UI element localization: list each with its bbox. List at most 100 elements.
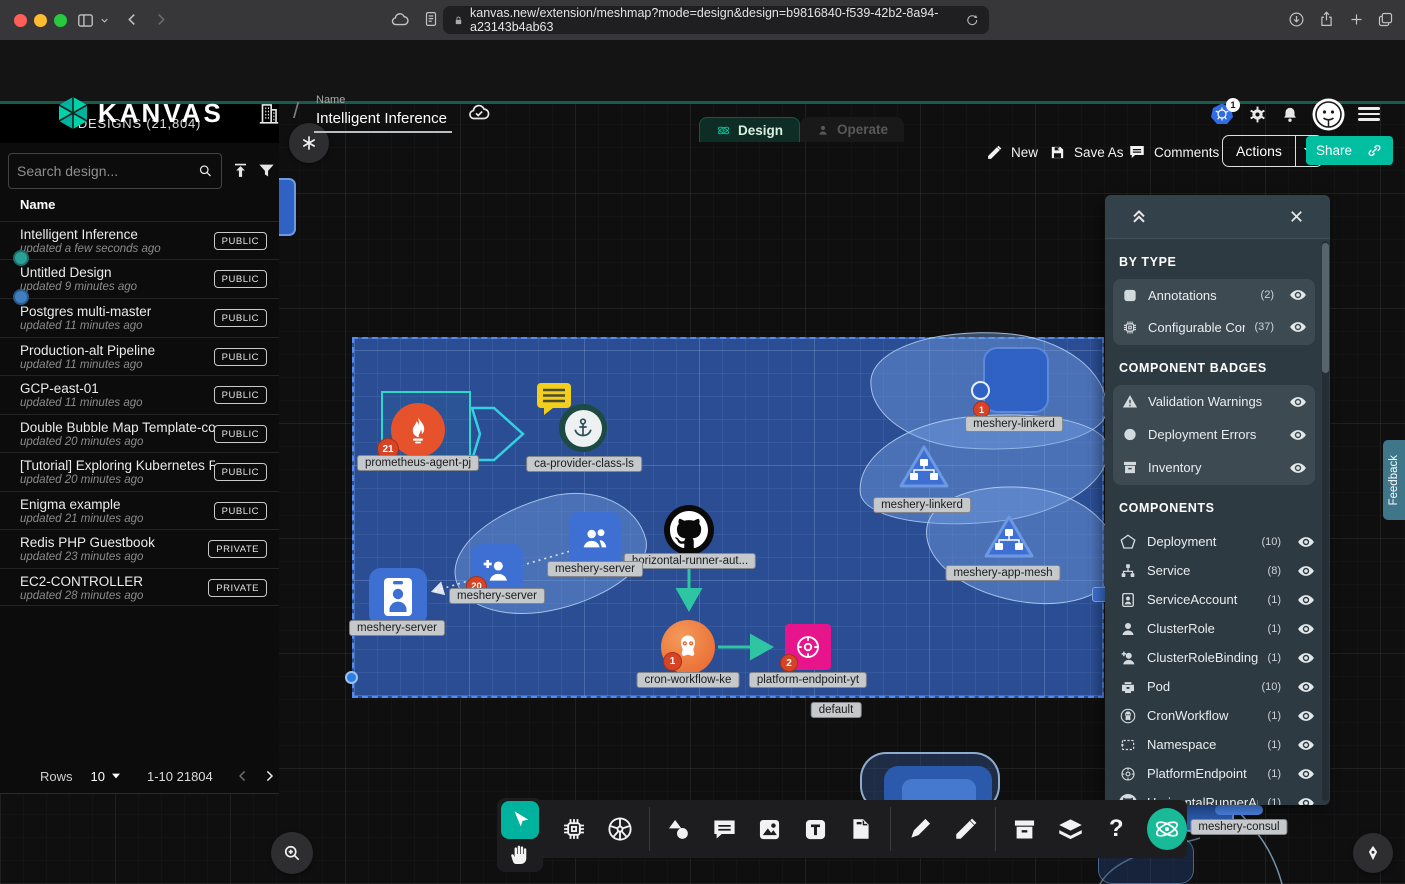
tool-layers[interactable] xyxy=(1050,807,1092,851)
import-design-icon[interactable] xyxy=(231,161,250,180)
close-window-button[interactable] xyxy=(14,14,27,27)
rows-per-page-select[interactable]: 10 xyxy=(91,769,105,784)
component-row-deployment[interactable]: Deployment (10) xyxy=(1119,527,1315,556)
component-row-service[interactable]: Service (8) xyxy=(1119,556,1315,585)
eye-icon[interactable] xyxy=(1297,765,1315,783)
search-input[interactable] xyxy=(17,163,198,179)
collapse-panel-button[interactable] xyxy=(1129,206,1149,226)
sidebar-toggle-icon[interactable] xyxy=(76,11,95,30)
filter-icon[interactable] xyxy=(257,161,276,180)
share-page-icon[interactable] xyxy=(1318,10,1335,28)
panel-scrollbar[interactable] xyxy=(1322,241,1329,801)
next-page-button[interactable] xyxy=(261,768,277,784)
component-row-cronworkflow[interactable]: CronWorkflow (1) xyxy=(1119,701,1315,730)
eye-icon[interactable] xyxy=(1289,393,1307,411)
component-row-clusterrolebinding[interactable]: ClusterRoleBinding (1) xyxy=(1119,643,1315,672)
ca-provider-node[interactable] xyxy=(559,404,607,452)
reload-icon[interactable] xyxy=(965,13,979,27)
github-runner-node[interactable] xyxy=(664,505,714,555)
comments-button[interactable]: Comments xyxy=(1128,137,1219,167)
selection-handle[interactable] xyxy=(345,671,358,684)
eye-icon[interactable] xyxy=(1297,620,1315,638)
tool-pan[interactable] xyxy=(508,842,532,866)
new-tab-icon[interactable] xyxy=(1349,12,1364,27)
eye-icon[interactable] xyxy=(1297,533,1315,551)
tool-freehand[interactable] xyxy=(945,807,987,851)
gear-icon[interactable] xyxy=(1248,105,1267,124)
tool-configurable-component[interactable] xyxy=(553,807,595,851)
badge-row-deployment-errors[interactable]: Deployment Errors xyxy=(1113,418,1315,451)
layer-row-configurable-components[interactable]: Configurable Compon (37) xyxy=(1113,311,1315,343)
organization-icon[interactable] xyxy=(256,100,282,126)
eye-icon[interactable] xyxy=(1297,794,1315,806)
meshery-linkerd-node[interactable] xyxy=(983,347,1049,413)
cloud-icon[interactable] xyxy=(390,10,410,30)
meshery-server-people-node[interactable] xyxy=(569,512,621,564)
tool-image[interactable] xyxy=(749,807,791,851)
component-row-namespace[interactable]: Namespace (1) xyxy=(1119,730,1315,759)
maximize-window-button[interactable] xyxy=(54,14,67,27)
design-list-item[interactable]: Postgres multi-master updated 11 minutes… xyxy=(0,298,279,336)
badge-row-validation-warnings[interactable]: Validation Warnings xyxy=(1113,385,1315,418)
eye-icon[interactable] xyxy=(1289,286,1307,304)
design-list-item[interactable]: EC2-CONTROLLER updated 28 minutes ago PR… xyxy=(0,568,279,606)
tool-drawer[interactable] xyxy=(1004,807,1046,851)
prometheus-node[interactable] xyxy=(391,403,445,457)
eye-icon[interactable] xyxy=(1297,591,1315,609)
back-icon[interactable] xyxy=(124,11,141,28)
save-as-button[interactable]: Save As xyxy=(1049,137,1124,167)
zoom-button[interactable] xyxy=(271,832,313,874)
tool-select[interactable] xyxy=(501,801,539,839)
tool-text[interactable] xyxy=(795,807,837,851)
tool-kubernetes[interactable] xyxy=(599,807,641,851)
component-row-clusterrole[interactable]: ClusterRole (1) xyxy=(1119,614,1315,643)
tool-note[interactable] xyxy=(841,807,883,851)
meshery-linkerd-triangle-node[interactable] xyxy=(896,442,952,492)
avatar[interactable] xyxy=(1312,98,1345,131)
design-list-item[interactable]: Intelligent Inference updated a few seco… xyxy=(0,221,279,259)
design-name-input[interactable]: Intelligent Inference xyxy=(316,110,447,127)
downloads-icon[interactable] xyxy=(1288,11,1305,28)
reader-icon[interactable] xyxy=(422,10,440,28)
annotate-pen-button[interactable] xyxy=(1353,833,1393,873)
tab-overview-icon[interactable] xyxy=(1377,11,1394,28)
tab-design[interactable]: Design xyxy=(699,117,800,142)
design-list-item[interactable]: [Tutorial] Exploring Kubernetes Pod upda… xyxy=(0,452,279,490)
tool-help[interactable]: ? xyxy=(1095,807,1137,851)
eye-icon[interactable] xyxy=(1297,562,1315,580)
address-bar[interactable]: kanvas.new/extension/meshmap?mode=design… xyxy=(443,6,989,34)
eye-icon[interactable] xyxy=(1289,318,1307,336)
meshery-server-card-node[interactable] xyxy=(369,568,427,626)
meshery-app-mesh-node[interactable] xyxy=(981,512,1037,562)
eye-icon[interactable] xyxy=(1297,678,1315,696)
design-list-item[interactable]: Double Bubble Map Template-copy updated … xyxy=(0,414,279,452)
design-list-item[interactable]: Redis PHP Guestbook updated 23 minutes a… xyxy=(0,529,279,567)
column-header-name[interactable]: Name xyxy=(20,197,55,212)
tool-pen[interactable] xyxy=(899,807,941,851)
design-list-item[interactable]: Production-alt Pipeline updated 11 minut… xyxy=(0,337,279,375)
tool-comment[interactable] xyxy=(703,807,745,851)
rows-caret-icon[interactable] xyxy=(112,774,120,779)
design-list-item[interactable]: Enigma example updated 21 minutes ago PU… xyxy=(0,491,279,529)
component-row-serviceaccount[interactable]: ServiceAccount (1) xyxy=(1119,585,1315,614)
eye-icon[interactable] xyxy=(1289,459,1307,477)
prev-page-button[interactable] xyxy=(235,768,251,784)
component-row-pod[interactable]: Pod (10) xyxy=(1119,672,1315,701)
eye-icon[interactable] xyxy=(1297,649,1315,667)
search-box[interactable] xyxy=(8,153,222,189)
scrollbar-thumb[interactable] xyxy=(1322,243,1329,373)
badge-row-inventory[interactable]: Inventory xyxy=(1113,451,1315,484)
eye-icon[interactable] xyxy=(1297,736,1315,754)
new-button[interactable]: New xyxy=(986,137,1038,167)
freeze-layout-button[interactable] xyxy=(289,123,329,163)
minimize-window-button[interactable] xyxy=(34,14,47,27)
close-panel-button[interactable] xyxy=(1287,207,1306,226)
tool-shapes[interactable] xyxy=(657,807,699,851)
forward-icon[interactable] xyxy=(152,11,169,28)
eye-icon[interactable] xyxy=(1289,426,1307,444)
menu-icon[interactable] xyxy=(1358,107,1380,121)
component-row-platformendpoint[interactable]: PlatformEndpoint (1) xyxy=(1119,759,1315,788)
bell-icon[interactable] xyxy=(1281,105,1299,124)
meshery-dock-button[interactable] xyxy=(1147,808,1187,850)
tab-operate[interactable]: Operate xyxy=(800,117,904,142)
